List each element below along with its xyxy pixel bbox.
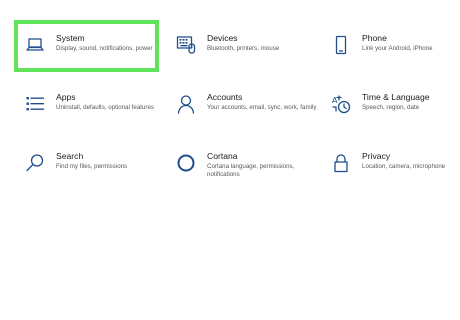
tile-time-language[interactable]: A Time & Language Speech, region, date bbox=[330, 92, 430, 115]
tile-title: Time & Language bbox=[362, 92, 430, 102]
laptop-icon bbox=[24, 34, 46, 56]
keyboard-devices-icon bbox=[175, 34, 197, 56]
tile-description: Speech, region, date bbox=[362, 104, 420, 111]
tile-privacy[interactable]: Privacy Location, camera, microphone bbox=[330, 151, 445, 174]
tile-title: Phone bbox=[362, 33, 387, 43]
tile-description: Your accounts, email, sync, work, family bbox=[207, 104, 317, 111]
tile-cortana[interactable]: Cortana Cortana language, permissions, n… bbox=[175, 151, 317, 179]
tile-description: Bluetooth, printers, mouse bbox=[207, 45, 280, 52]
search-icon bbox=[24, 152, 46, 174]
lock-icon bbox=[330, 152, 352, 174]
cortana-circle-icon bbox=[175, 152, 197, 174]
tile-title: Devices bbox=[207, 33, 238, 43]
tile-title: Search bbox=[56, 151, 84, 161]
tile-search[interactable]: Search Find my files, permissions bbox=[24, 151, 127, 174]
tile-title: Privacy bbox=[362, 151, 391, 161]
tile-title: Accounts bbox=[207, 92, 243, 102]
tile-title: Apps bbox=[56, 92, 76, 102]
tile-accounts[interactable]: Accounts Your accounts, email, sync, wor… bbox=[175, 92, 316, 115]
tile-description: Find my files, permissions bbox=[56, 163, 128, 170]
tile-description: Uninstall, defaults, optional features bbox=[56, 104, 155, 111]
tile-phone[interactable]: Phone Link your Android, iPhone bbox=[330, 33, 433, 56]
apps-list-icon bbox=[24, 93, 46, 115]
tile-description: Location, camera, microphone bbox=[362, 163, 446, 170]
tile-apps[interactable]: Apps Uninstall, defaults, optional featu… bbox=[24, 92, 154, 115]
tile-description: Cortana language, permissions, notificat… bbox=[207, 163, 295, 178]
tile-description: Display, sound, notifications, power bbox=[56, 45, 153, 52]
tile-title: Cortana bbox=[207, 151, 238, 161]
tile-devices[interactable]: Devices Bluetooth, printers, mouse bbox=[175, 33, 279, 56]
tile-description: Link your Android, iPhone bbox=[362, 45, 433, 52]
time-language-icon: A bbox=[330, 93, 352, 115]
tile-title: System bbox=[56, 33, 85, 43]
phone-icon bbox=[330, 34, 352, 56]
person-icon bbox=[175, 93, 197, 115]
settings-grid: System Display, sound, notifications, po… bbox=[0, 0, 460, 320]
tile-system[interactable]: System Display, sound, notifications, po… bbox=[24, 33, 153, 56]
